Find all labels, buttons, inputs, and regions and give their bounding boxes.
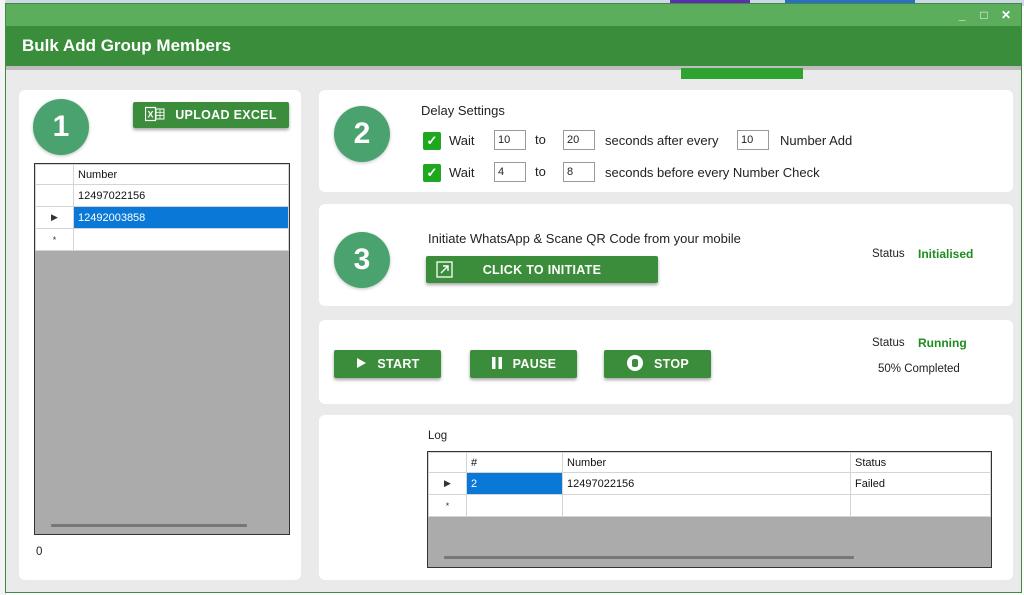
row-header[interactable] <box>35 184 74 207</box>
page-title: Bulk Add Group Members <box>6 26 1021 66</box>
numbers-grid[interactable]: Number 12497022156 ▶ 12492003858 * <box>34 163 290 535</box>
table-row[interactable]: ▶ 12492003858 <box>35 206 289 229</box>
pause-button[interactable]: PAUSE <box>470 350 577 378</box>
upload-excel-label: UPLOAD EXCEL <box>175 108 277 122</box>
row-header-current[interactable]: ▶ <box>428 472 467 495</box>
before-every-label: seconds before every Number Check <box>605 165 820 180</box>
number-cell[interactable]: 12497022156 <box>73 184 289 207</box>
initiate-panel: 3 Initiate WhatsApp & Scane QR Code from… <box>319 204 1013 306</box>
table-row[interactable]: ▶ 2 12497022156 Failed <box>428 472 991 495</box>
row-header-new[interactable]: * <box>35 228 74 251</box>
check-delay-checkbox[interactable]: ✓ <box>423 164 441 182</box>
status-column-header[interactable]: Status <box>850 452 991 473</box>
add-delay-min-input[interactable]: 10 <box>494 130 526 150</box>
wait-label: Wait <box>449 165 475 180</box>
wait-label: Wait <box>449 133 475 148</box>
number-cell-selected[interactable]: 12492003858 <box>73 206 289 229</box>
pause-button-label: PAUSE <box>512 357 557 371</box>
log-status-cell[interactable] <box>850 494 991 517</box>
number-column-header[interactable]: Number <box>73 164 289 185</box>
minimize-button[interactable]: _ <box>953 6 971 24</box>
horizontal-scrollbar[interactable] <box>51 524 247 527</box>
initiate-button[interactable]: CLICK TO INITIATE <box>426 256 658 283</box>
log-number-cell[interactable] <box>562 494 851 517</box>
run-status-label: Status <box>872 337 905 349</box>
add-delay-max-input[interactable]: 20 <box>563 130 595 150</box>
app-window: _ □ ✕ Bulk Add Group Members 1 X UPLOAD … <box>5 3 1022 593</box>
table-row-new[interactable]: * <box>428 494 991 517</box>
play-icon <box>355 357 367 372</box>
horizontal-scrollbar[interactable] <box>444 556 854 559</box>
initiate-button-label: CLICK TO INITIATE <box>482 262 602 277</box>
initiate-instruction: Initiate WhatsApp & Scane QR Code from y… <box>428 231 741 246</box>
check-delay-max-input[interactable]: 8 <box>563 162 595 182</box>
log-status-cell[interactable]: Failed <box>850 472 991 495</box>
maximize-button[interactable]: □ <box>975 6 993 24</box>
progress-text: 50% Completed <box>878 363 960 375</box>
after-every-label: seconds after every <box>605 133 719 148</box>
run-controls-panel: START PAUSE STOP Status Running 50% Comp… <box>319 320 1013 404</box>
initiate-status-value: Initialised <box>918 247 974 261</box>
close-button[interactable]: ✕ <box>997 6 1015 24</box>
upload-panel: 1 X UPLOAD EXCEL Number 12497022156 ▶ 12… <box>19 90 301 580</box>
check-delay-min-input[interactable]: 4 <box>494 162 526 182</box>
header-divider <box>6 66 1021 70</box>
pause-icon <box>491 356 503 373</box>
grid-corner-header <box>35 164 74 185</box>
add-delay-checkbox[interactable]: ✓ <box>423 132 441 150</box>
log-index-cell[interactable]: 2 <box>466 472 563 495</box>
number-column-header[interactable]: Number <box>562 452 851 473</box>
step-2-badge: 2 <box>334 106 390 162</box>
stop-button-label: STOP <box>653 357 689 371</box>
to-label: to <box>535 132 546 147</box>
table-row-new[interactable]: * <box>35 228 289 251</box>
step-1-badge: 1 <box>33 99 89 155</box>
log-number-cell[interactable]: 12497022156 <box>562 472 851 495</box>
initiate-status-label: Status <box>872 248 905 260</box>
number-add-label: Number Add <box>780 133 853 148</box>
start-button[interactable]: START <box>334 350 441 378</box>
log-title: Log <box>428 430 448 442</box>
stop-button[interactable]: STOP <box>604 350 711 378</box>
svg-text:X: X <box>148 109 154 119</box>
delay-settings-title: Delay Settings <box>421 103 505 118</box>
run-status-value: Running <box>918 336 967 350</box>
log-grid[interactable]: # Number Status ▶ 2 12497022156 Failed * <box>427 451 992 568</box>
add-every-count-input[interactable]: 10 <box>737 130 769 150</box>
hand-stop-icon <box>626 354 644 375</box>
excel-icon: X <box>145 106 165 125</box>
grid-corner-header <box>428 452 467 473</box>
number-cell[interactable] <box>73 228 289 251</box>
progress-indicator <box>681 68 803 79</box>
step-3-badge: 3 <box>334 232 390 288</box>
row-header-current[interactable]: ▶ <box>35 206 74 229</box>
table-row[interactable]: 12497022156 <box>35 184 289 207</box>
index-column-header[interactable]: # <box>466 452 563 473</box>
to-label: to <box>535 164 546 179</box>
row-count: 0 <box>36 546 43 558</box>
title-bar[interactable]: _ □ ✕ <box>6 4 1021 26</box>
log-panel: Log # Number Status ▶ 2 12497022156 Fail… <box>319 415 1013 580</box>
delay-settings-panel: 2 Delay Settings ✓ Wait 10 to 20 seconds… <box>319 90 1013 192</box>
start-button-label: START <box>377 357 420 371</box>
upload-excel-button[interactable]: X UPLOAD EXCEL <box>133 102 289 128</box>
row-header-new[interactable]: * <box>428 494 467 517</box>
external-link-icon <box>436 261 453 281</box>
log-index-cell[interactable] <box>466 494 563 517</box>
